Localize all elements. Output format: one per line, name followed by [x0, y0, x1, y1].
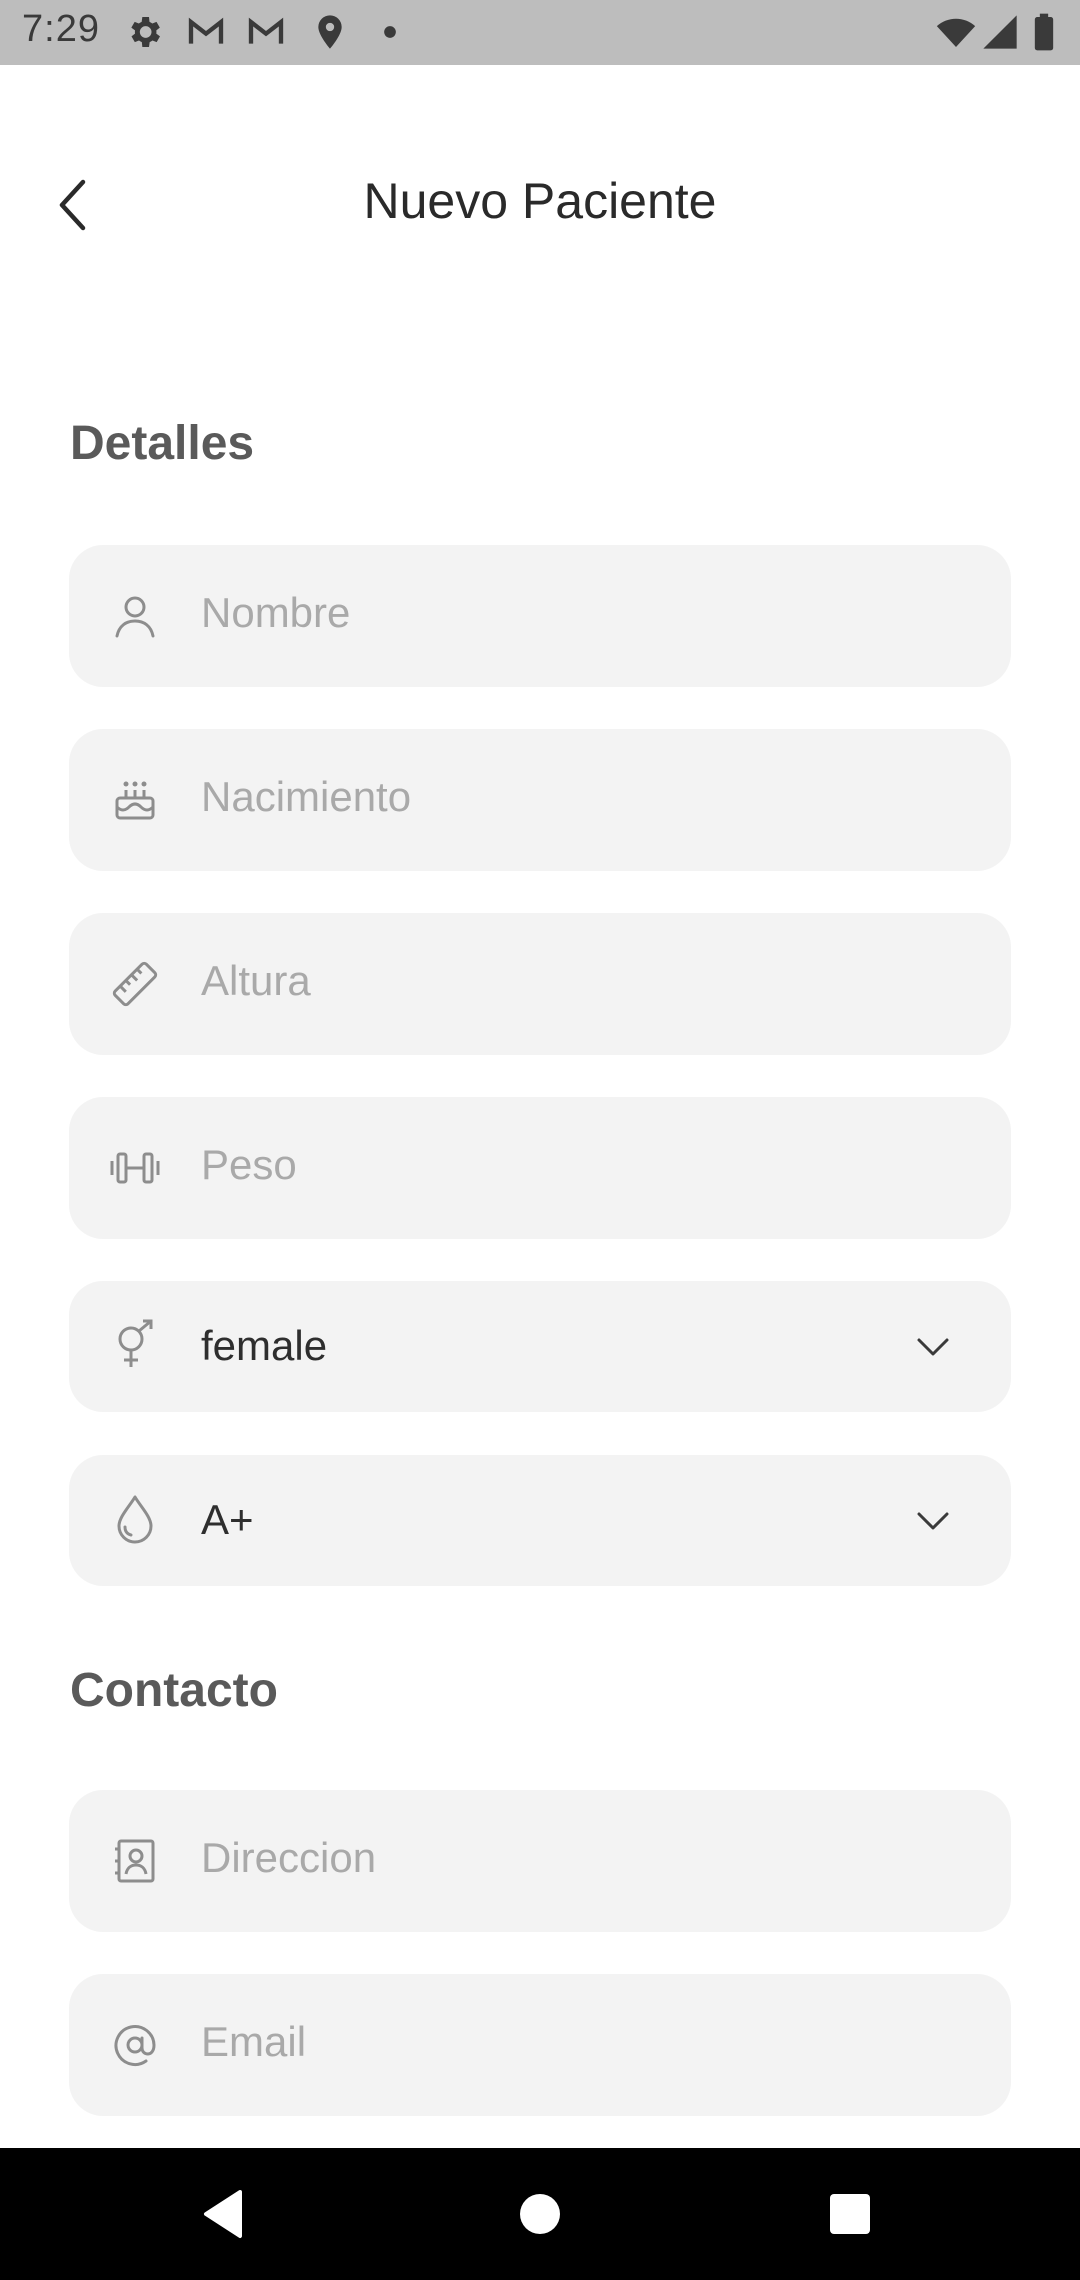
drop-icon: [117, 1495, 153, 1544]
chevron-down-icon: [917, 1338, 949, 1356]
direccion-placeholder: Direccion: [201, 1834, 377, 1881]
section-title-contacto: Contacto: [70, 1664, 278, 1717]
wifi-icon: [936, 18, 976, 47]
dot-icon: [384, 26, 396, 38]
contact-card-icon: [115, 1839, 155, 1883]
ruler-icon: [112, 961, 158, 1007]
gmail-icon: [188, 17, 224, 44]
email-placeholder: Email: [201, 2018, 307, 2065]
at-icon: [114, 2025, 156, 2066]
altura-placeholder: Altura: [201, 957, 311, 1004]
back-triangle-icon[interactable]: [194, 2184, 254, 2244]
page-title: Nuevo Paciente: [363, 173, 717, 229]
recents-square-icon[interactable]: [820, 2184, 880, 2244]
status-time: 7:29: [22, 8, 100, 50]
blood-type-value: A+: [201, 1496, 254, 1543]
email-field[interactable]: Email: [69, 1974, 1011, 2116]
status-bar: 7:29: [0, 0, 1080, 65]
gender-icon: [118, 1319, 153, 1367]
dumbbell-icon: [110, 1152, 160, 1184]
altura-field[interactable]: Altura: [69, 913, 1011, 1055]
home-circle-icon[interactable]: [510, 2184, 570, 2244]
gender-select[interactable]: female: [69, 1281, 1011, 1412]
gear-icon: [131, 17, 160, 47]
signal-icon: [983, 15, 1017, 49]
gender-value: female: [201, 1322, 328, 1369]
direccion-field[interactable]: Direccion: [69, 1790, 1011, 1932]
blood-type-select[interactable]: A+: [69, 1455, 1011, 1586]
section-title-detalles: Detalles: [70, 417, 255, 470]
cake-icon: [115, 781, 155, 820]
nacimiento-field[interactable]: Nacimiento: [69, 729, 1011, 871]
battery-icon: [1034, 13, 1054, 51]
peso-placeholder: Peso: [201, 1141, 297, 1188]
location-icon: [318, 15, 342, 49]
person-icon: [115, 596, 155, 638]
gmail-icon: [248, 17, 284, 44]
navigation-bar: [0, 2148, 1080, 2280]
peso-field[interactable]: Peso: [69, 1097, 1011, 1239]
nacimiento-placeholder: Nacimiento: [201, 773, 412, 820]
nombre-field[interactable]: Nombre: [69, 545, 1011, 687]
nombre-placeholder: Nombre: [201, 589, 351, 636]
chevron-down-icon: [917, 1512, 949, 1530]
